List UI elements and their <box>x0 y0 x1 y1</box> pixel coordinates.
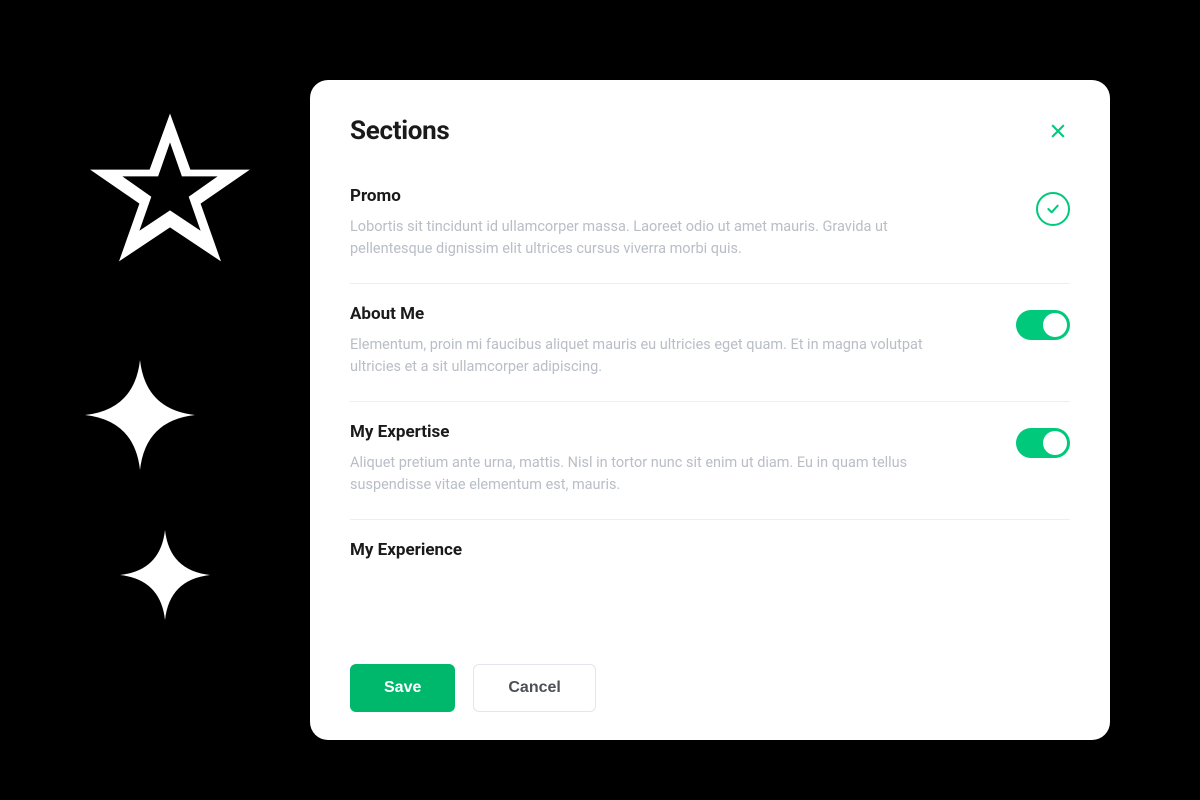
check-circle-button[interactable] <box>1036 192 1070 226</box>
check-icon <box>1045 201 1061 217</box>
sections-list: Promo Lobortis sit tincidunt id ullamcor… <box>350 186 1070 642</box>
cancel-button[interactable]: Cancel <box>473 664 595 712</box>
toggle-switch[interactable] <box>1016 428 1070 458</box>
modal-title: Sections <box>350 116 449 146</box>
toggle-switch[interactable] <box>1016 310 1070 340</box>
section-title: My Expertise <box>350 422 992 442</box>
save-button[interactable]: Save <box>350 664 455 712</box>
section-title: My Experience <box>350 540 1070 560</box>
section-description: Elementum, proin mi faucibus aliquet mau… <box>350 334 930 379</box>
section-title: About Me <box>350 304 992 324</box>
section-row-my-experience: My Experience <box>350 520 1070 570</box>
modal-header: Sections <box>350 116 1070 146</box>
section-title: Promo <box>350 186 1012 206</box>
section-control <box>1016 310 1070 340</box>
close-icon <box>1048 121 1068 141</box>
section-control <box>1036 192 1070 226</box>
close-button[interactable] <box>1046 119 1070 143</box>
section-row-my-expertise: My Expertise Aliquet pretium ante urna, … <box>350 402 1070 520</box>
section-body: Promo Lobortis sit tincidunt id ullamcor… <box>350 186 1012 261</box>
sparkle-decoration-icon <box>120 530 210 620</box>
section-row-promo: Promo Lobortis sit tincidunt id ullamcor… <box>350 186 1070 284</box>
sparkle-decoration-icon <box>85 360 195 470</box>
modal-footer: Save Cancel <box>350 642 1070 712</box>
sections-modal: Sections Promo Lobortis sit tincidunt id… <box>310 80 1110 740</box>
toggle-knob <box>1043 313 1067 337</box>
section-body: My Experience <box>350 540 1070 570</box>
toggle-knob <box>1043 431 1067 455</box>
star-decoration-icon <box>85 105 255 275</box>
section-control <box>1016 428 1070 458</box>
section-body: About Me Elementum, proin mi faucibus al… <box>350 304 992 379</box>
section-description: Lobortis sit tincidunt id ullamcorper ma… <box>350 216 930 261</box>
section-body: My Expertise Aliquet pretium ante urna, … <box>350 422 992 497</box>
section-description: Aliquet pretium ante urna, mattis. Nisl … <box>350 452 930 497</box>
section-row-about-me: About Me Elementum, proin mi faucibus al… <box>350 284 1070 402</box>
